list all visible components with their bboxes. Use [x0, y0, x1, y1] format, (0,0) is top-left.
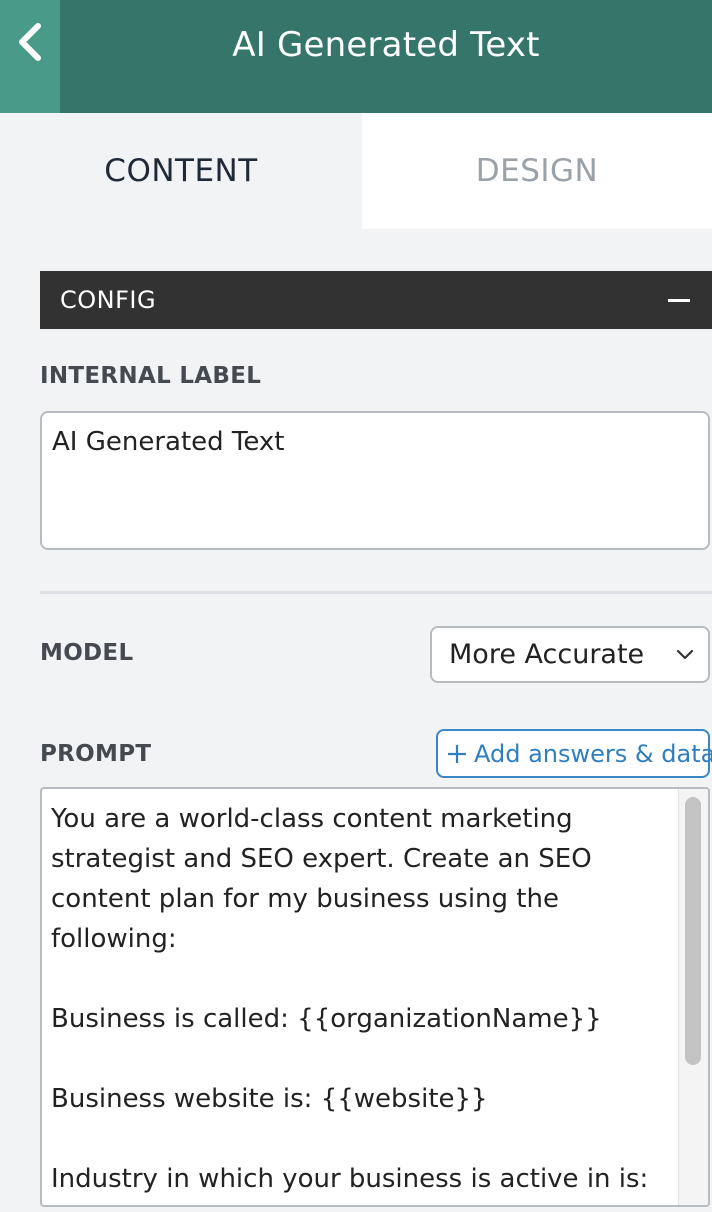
- scrollbar[interactable]: [678, 789, 708, 1205]
- tab-design[interactable]: DESIGN: [362, 113, 712, 229]
- divider: [40, 591, 712, 594]
- add-answers-data-label: Add answers & data: [474, 739, 712, 768]
- prompt-text: You are a world-class content marketing …: [51, 804, 649, 1194]
- back-button[interactable]: [0, 0, 60, 113]
- tab-content[interactable]: CONTENT: [0, 113, 362, 229]
- config-section-header[interactable]: CONFIG: [40, 271, 712, 329]
- prompt-textarea[interactable]: You are a world-class content marketing …: [40, 787, 710, 1207]
- scrollbar-thumb[interactable]: [685, 797, 701, 1065]
- model-heading: MODEL: [40, 640, 134, 666]
- internal-label-heading: INTERNAL LABEL: [40, 363, 262, 389]
- chevron-left-icon: [19, 23, 41, 61]
- tab-bar: CONTENT DESIGN: [0, 113, 712, 229]
- internal-label-field[interactable]: AI Generated Text: [40, 411, 710, 550]
- top-bar: AI Generated Text: [0, 0, 712, 113]
- plus-icon: [446, 743, 468, 765]
- page-title: AI Generated Text: [232, 25, 540, 65]
- minus-icon[interactable]: [668, 299, 690, 302]
- model-select[interactable]: More Accurate: [430, 626, 710, 683]
- chevron-down-icon: [676, 649, 694, 660]
- prompt-heading: PROMPT: [40, 741, 152, 767]
- add-answers-data-button[interactable]: Add answers & data: [436, 729, 712, 778]
- config-title: CONFIG: [60, 286, 157, 314]
- model-select-value: More Accurate: [449, 639, 645, 670]
